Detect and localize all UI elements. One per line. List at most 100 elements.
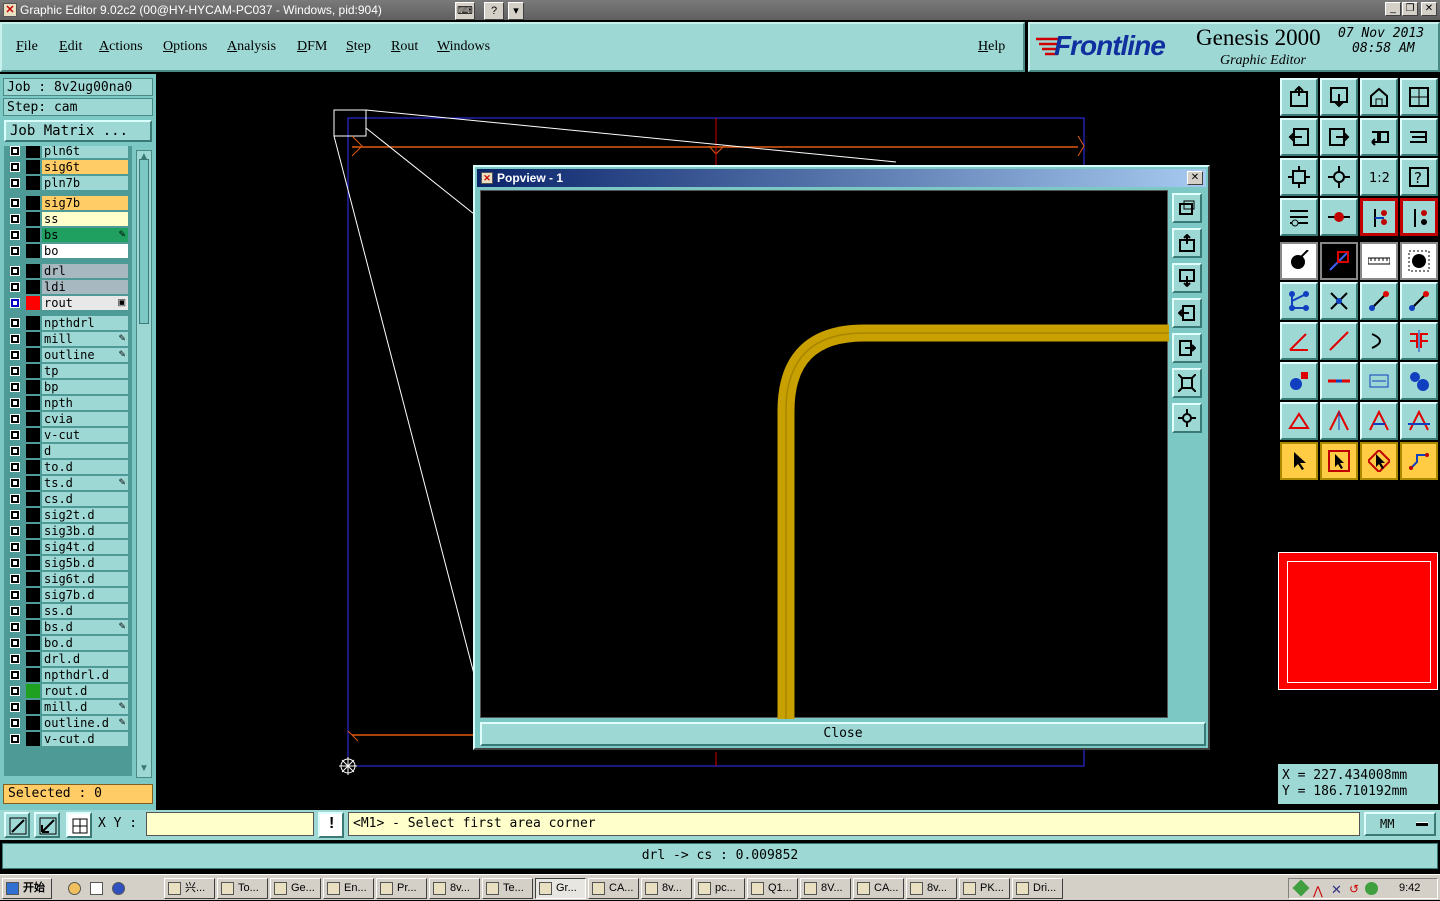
layer-row[interactable]: cvia: [6, 412, 128, 426]
layer-name[interactable]: sig3b.d: [42, 524, 128, 538]
layer-row[interactable]: ss.d: [6, 604, 128, 618]
layer-name[interactable]: sig6t: [42, 160, 128, 174]
layer-checkbox[interactable]: [10, 246, 20, 256]
layer-color-swatch[interactable]: [26, 460, 40, 474]
layer-name[interactable]: v-cut.d: [42, 732, 128, 746]
taskbar-item[interactable]: Dri...: [1012, 878, 1063, 899]
menu-file[interactable]: File: [16, 39, 38, 55]
layer-color-swatch[interactable]: [26, 212, 40, 226]
layer-name[interactable]: drl: [42, 264, 128, 278]
query-icon[interactable]: ?: [1400, 158, 1438, 196]
layer-row[interactable]: mill.d ✎: [6, 700, 128, 714]
layer-color-swatch[interactable]: [26, 492, 40, 506]
taskbar-item[interactable]: Q1...: [747, 878, 798, 899]
layer-color-swatch[interactable]: [26, 380, 40, 394]
menu-analysis[interactable]: Analysis: [227, 39, 276, 55]
layer-row[interactable]: v-cut.d: [6, 732, 128, 746]
layer-row[interactable]: bp: [6, 380, 128, 394]
layer-checkbox[interactable]: [10, 510, 20, 520]
layer-checkbox[interactable]: [10, 414, 20, 424]
layer-checkbox[interactable]: [10, 446, 20, 456]
layer-checkbox[interactable]: [10, 350, 20, 360]
layer-row[interactable]: outline.d ✎: [6, 716, 128, 730]
horizontal-line-icon[interactable]: [1320, 362, 1358, 400]
peak-icon[interactable]: [1320, 402, 1358, 440]
xy-input[interactable]: [146, 812, 314, 836]
layer-name[interactable]: drl.d: [42, 652, 128, 666]
layer-color-swatch[interactable]: [26, 588, 40, 602]
popview-pan-down-icon[interactable]: [1172, 263, 1202, 293]
layer-name[interactable]: sig2t.d: [42, 508, 128, 522]
clock-app-icon[interactable]: [68, 882, 81, 895]
taskbar-item[interactable]: CA...: [588, 878, 639, 899]
layer-color-swatch[interactable]: [26, 160, 40, 174]
layer-checkbox[interactable]: [10, 638, 20, 648]
taskbar-item[interactable]: pc...: [694, 878, 745, 899]
layer-row[interactable]: sig2t.d: [6, 508, 128, 522]
layer-checkbox[interactable]: [10, 334, 20, 344]
layer-row[interactable]: tp: [6, 364, 128, 378]
layer-color-swatch[interactable]: [26, 264, 40, 278]
scroll-thumb[interactable]: [139, 159, 149, 324]
pointer-area-icon[interactable]: [1360, 442, 1398, 480]
multi-pad-icon[interactable]: [1400, 362, 1438, 400]
add-pad-icon[interactable]: [1280, 362, 1318, 400]
layer-name[interactable]: rout: [42, 296, 128, 310]
menu-edit[interactable]: Edit: [59, 39, 82, 55]
layer-checkbox[interactable]: [10, 146, 20, 156]
arc-icon[interactable]: [1360, 322, 1398, 360]
layer-checkbox[interactable]: [10, 298, 20, 308]
zoom-home-icon[interactable]: [1280, 78, 1318, 116]
layer-row[interactable]: sig7b: [6, 196, 128, 210]
layer-checkbox[interactable]: [10, 654, 20, 664]
layer-checkbox[interactable]: [10, 398, 20, 408]
layer-name[interactable]: sig7b: [42, 196, 128, 210]
layer-color-swatch[interactable]: [26, 668, 40, 682]
pointer-select-icon[interactable]: [1320, 442, 1358, 480]
layer-row[interactable]: ss: [6, 212, 128, 226]
layer-name[interactable]: bo.d: [42, 636, 128, 650]
taskbar-item[interactable]: Te...: [482, 878, 533, 899]
layer-row[interactable]: outline ✎: [6, 348, 128, 362]
layer-row[interactable]: bs ✎: [6, 228, 128, 242]
taskbar-item[interactable]: Pr...: [376, 878, 427, 899]
triangle-icon[interactable]: [1280, 402, 1318, 440]
menu-step[interactable]: Step: [346, 39, 371, 55]
layer-color-swatch[interactable]: [26, 508, 40, 522]
undo-view-icon[interactable]: [1360, 118, 1398, 156]
layer-checkbox[interactable]: [10, 574, 20, 584]
layer-name[interactable]: bs.d: [42, 620, 128, 634]
layer-color-swatch[interactable]: [26, 146, 40, 158]
info-icon[interactable]: !: [318, 812, 344, 838]
snap-icon[interactable]: [1320, 198, 1358, 236]
layer-color-swatch[interactable]: [26, 348, 40, 362]
layer-name[interactable]: sig4t.d: [42, 540, 128, 554]
layer-row[interactable]: cs.d: [6, 492, 128, 506]
layer-name[interactable]: outline: [42, 348, 128, 362]
layer-color-swatch[interactable]: [26, 396, 40, 410]
taskbar-item[interactable]: Gr...: [535, 878, 586, 899]
maximize-button[interactable]: ❐: [1402, 2, 1418, 16]
layer-row[interactable]: rout ▣: [6, 296, 128, 310]
units-toggle-icon[interactable]: [1416, 822, 1428, 826]
layer-row[interactable]: bo: [6, 244, 128, 258]
layer-checkbox[interactable]: [10, 622, 20, 632]
layer-scrollbar[interactable]: ▲ ▼: [136, 150, 152, 778]
layer-checkbox[interactable]: [10, 478, 20, 488]
taskbar-item[interactable]: 8v...: [906, 878, 957, 899]
layer-name[interactable]: sig6t.d: [42, 572, 128, 586]
step-label[interactable]: Step: cam: [3, 98, 153, 116]
layer-color-swatch[interactable]: [26, 524, 40, 538]
taskbar-item[interactable]: 8v...: [641, 878, 692, 899]
close-window-button[interactable]: ✕: [1421, 2, 1437, 16]
layer-checkbox[interactable]: [10, 318, 20, 328]
layer-name[interactable]: npthdrl.d: [42, 668, 128, 682]
layer-checkbox[interactable]: [10, 734, 20, 744]
layer-color-swatch[interactable]: [26, 556, 40, 570]
layer-checkbox[interactable]: [10, 178, 20, 188]
redo-view-icon[interactable]: [1400, 118, 1438, 156]
popview-zoom-fit-icon[interactable]: [1172, 368, 1202, 398]
popview-pan-right-icon[interactable]: [1172, 333, 1202, 363]
menu-actions[interactable]: Actions: [99, 39, 143, 55]
layer-row[interactable]: sig6t.d: [6, 572, 128, 586]
